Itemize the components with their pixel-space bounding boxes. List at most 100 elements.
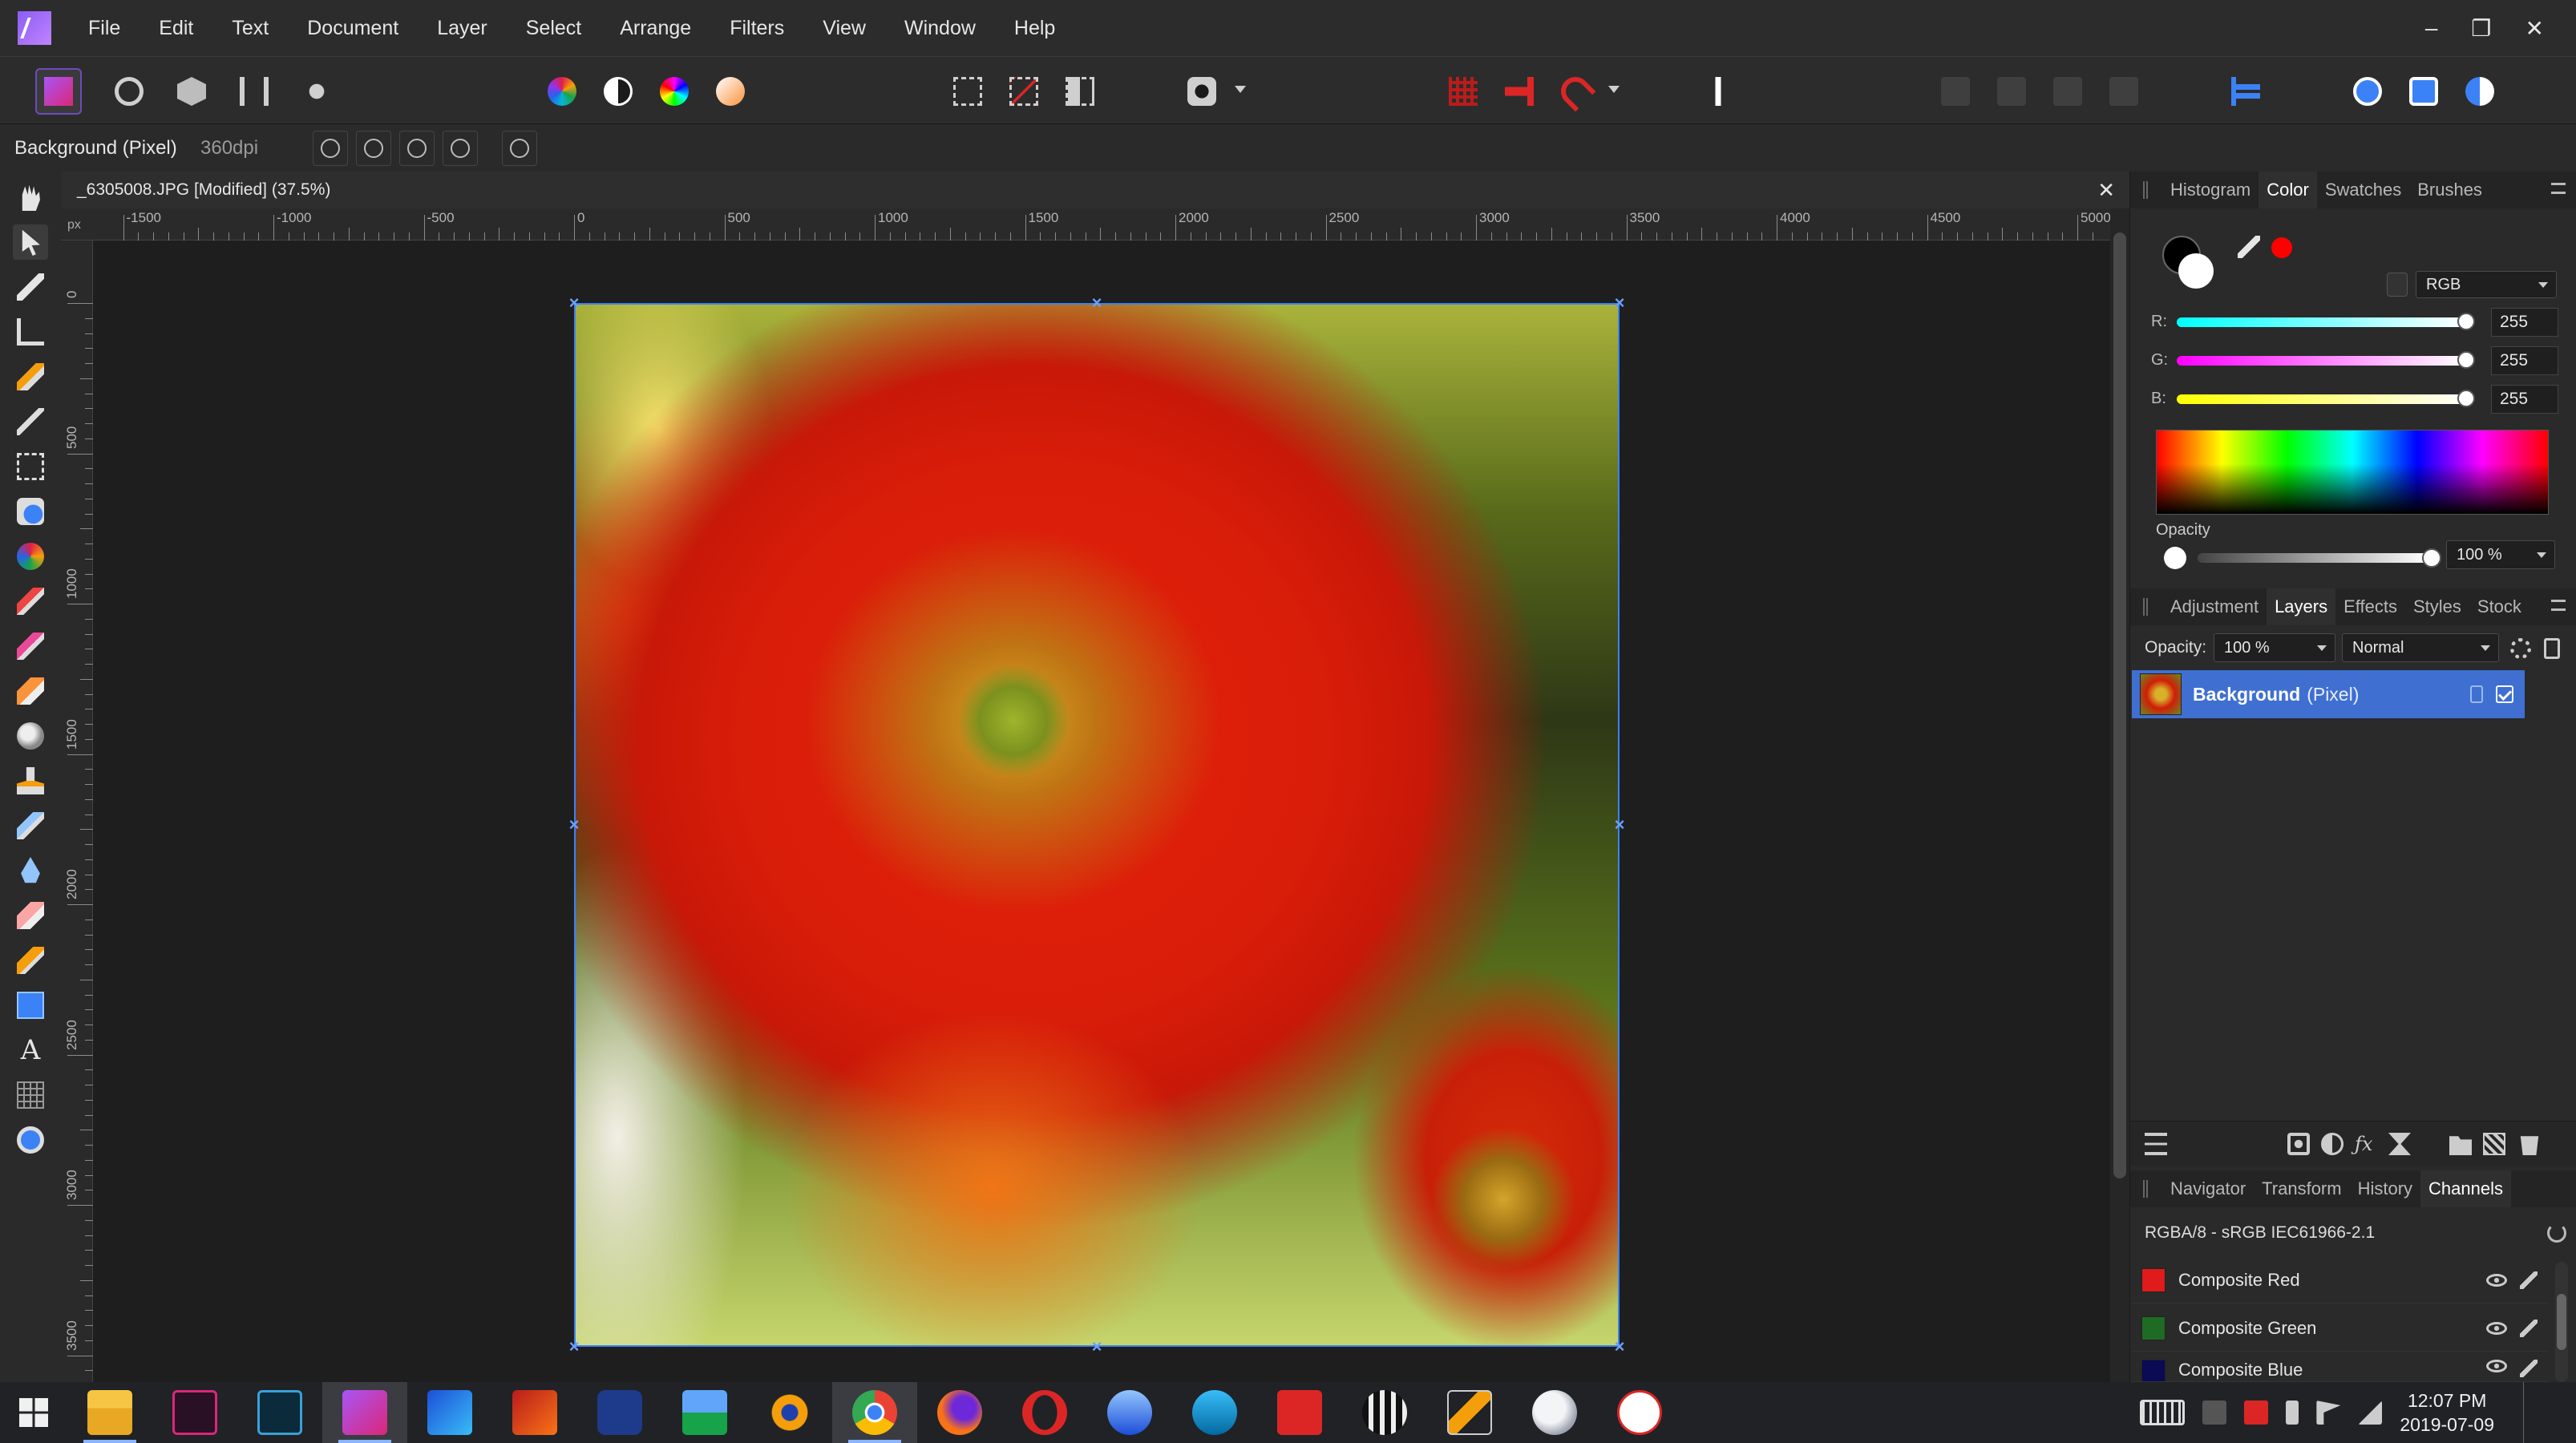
paint-brush-tool[interactable] [13,584,48,619]
tab-channels[interactable]: Channels [2420,1170,2511,1207]
menu-window[interactable]: Window [885,0,995,56]
snapping-button[interactable] [1552,68,1599,115]
red-value-input[interactable]: 255 [2491,308,2558,337]
taskbar-chrome[interactable] [832,1382,917,1443]
taskbar-file-explorer[interactable] [67,1382,152,1443]
menu-layer[interactable]: Layer [418,0,507,56]
menu-text[interactable]: Text [212,0,288,56]
dodge-brush-tool[interactable] [13,718,48,754]
secondary-color-swatch[interactable] [2178,253,2214,289]
picked-color-swatch[interactable] [2271,237,2292,258]
fx-icon[interactable]: ƒx [2355,1133,2377,1155]
color-opacity-track[interactable] [2198,553,2430,563]
battery-icon[interactable] [2286,1401,2299,1425]
taskbar-mail-app[interactable] [1087,1382,1172,1443]
restore-button[interactable]: ❐ [2471,15,2491,42]
layer-row[interactable]: Background (Pixel) [2132,670,2525,718]
red-track[interactable] [2177,317,2465,327]
gradient-tool[interactable] [13,539,48,574]
layers-stack-icon[interactable] [2145,1133,2167,1155]
menu-edit[interactable]: Edit [140,0,212,56]
mesh-warp-tool[interactable] [13,1077,48,1113]
crop-tool[interactable] [13,314,48,350]
arrange-forward-button[interactable] [2044,68,2091,115]
pen-tool[interactable] [13,943,48,978]
taskbar-cloud-app[interactable] [1512,1382,1597,1443]
network-icon[interactable] [2358,1401,2383,1425]
snapping-dropdown-icon[interactable] [1608,86,1620,93]
erase-brush-tool[interactable] [13,673,48,709]
blue-track[interactable] [2177,394,2465,404]
tab-stock[interactable]: Stock [2469,588,2529,625]
invert-selection-button[interactable] [1057,68,1103,115]
tone-mapping-persona-button[interactable] [231,68,277,115]
view-tool[interactable] [13,180,48,215]
show-desktop-button[interactable] [2523,1382,2528,1443]
panel-grip-icon[interactable] [2143,1180,2148,1198]
zoom-tool[interactable] [13,1122,48,1158]
select-all-button[interactable] [944,68,991,115]
taskbar-affinity-photo[interactable] [322,1382,407,1443]
live-filter-icon[interactable] [2388,1133,2411,1155]
tab-navigator[interactable]: Navigator [2162,1170,2254,1207]
taskbar-bird-app[interactable] [1172,1382,1257,1443]
arrange-back-button[interactable] [1932,68,1979,115]
selection-handle-top-left[interactable]: × [567,294,581,312]
auto-contrast-button[interactable] [595,68,641,115]
delete-layer-icon[interactable] [2520,1136,2539,1155]
develop-persona-button[interactable] [168,68,215,115]
taskbar-app-dark[interactable] [237,1382,322,1443]
pencil-icon[interactable] [2520,1271,2538,1289]
smudge-brush-tool[interactable] [13,808,48,843]
auto-white-balance-button[interactable] [707,68,754,115]
vertical-ruler[interactable]: 0 500 1000 1500 2000 2500 3000 3500 [61,240,93,1382]
close-document-icon[interactable]: ✕ [2097,178,2115,203]
taskbar-firefox[interactable] [917,1382,1002,1443]
info-button[interactable] [1695,68,1741,115]
refresh-icon[interactable] [2547,1223,2566,1243]
tab-history[interactable]: History [2350,1170,2420,1207]
taskbar-affinity-designer[interactable] [407,1382,492,1443]
color-opacity-knob[interactable] [2422,548,2441,568]
taskbar-camera-app[interactable] [577,1382,662,1443]
panel-grip-icon[interactable] [2143,598,2148,616]
selection-handle-bottom-right[interactable]: × [1612,1338,1627,1356]
tab-histogram[interactable]: Histogram [2162,172,2259,208]
channel-row[interactable]: Composite Red [2132,1257,2549,1304]
selection-handle-right[interactable]: × [1612,816,1627,834]
blur-brush-tool[interactable] [13,853,48,888]
boolean-add-button[interactable] [2344,68,2391,115]
green-knob[interactable] [2457,351,2475,369]
group-layers-icon[interactable] [2449,1136,2472,1155]
color-model-select[interactable]: RGB [2416,271,2557,298]
scrollbar-thumb[interactable] [2113,232,2126,1178]
deselect-button[interactable] [1001,68,1047,115]
text-tool[interactable]: A [13,1033,48,1068]
eye-icon[interactable] [2486,1321,2507,1335]
document-tab[interactable]: _6305008.JPG [Modified] (37.5%) ✕ [61,172,2129,208]
selection-handle-top[interactable]: × [1090,294,1104,312]
eye-icon[interactable] [2486,1360,2507,1372]
quick-mask-button[interactable] [1179,68,1225,115]
flood-select-tool[interactable] [13,404,48,439]
tray-app-icon[interactable] [2202,1401,2227,1425]
taskbar-pen-app[interactable] [1427,1382,1512,1443]
red-knob[interactable] [2457,313,2475,330]
taskbar-opera[interactable] [1002,1382,1087,1443]
green-value-input[interactable]: 255 [2491,346,2558,375]
rectangle-tool[interactable] [13,988,48,1023]
panel-menu-icon[interactable] [2551,600,2566,611]
clone-brush-tool[interactable] [13,763,48,798]
adjustment-layer-icon[interactable] [2321,1133,2343,1155]
taskbar-photos-app[interactable] [662,1382,747,1443]
boolean-intersect-button[interactable] [2457,68,2503,115]
color-lock-icon[interactable] [2387,273,2408,297]
taskbar-viewer-app[interactable] [747,1382,832,1443]
start-button[interactable] [0,1382,67,1443]
menu-document[interactable]: Document [288,0,418,56]
blend-mode-select[interactable]: Normal [2342,633,2499,662]
selection-brush-tool[interactable] [13,359,48,394]
channel-row[interactable]: Composite Green [2132,1305,2549,1352]
selection-handle-bottom[interactable]: × [1090,1338,1104,1356]
selection-handle-bottom-left[interactable]: × [567,1338,581,1356]
